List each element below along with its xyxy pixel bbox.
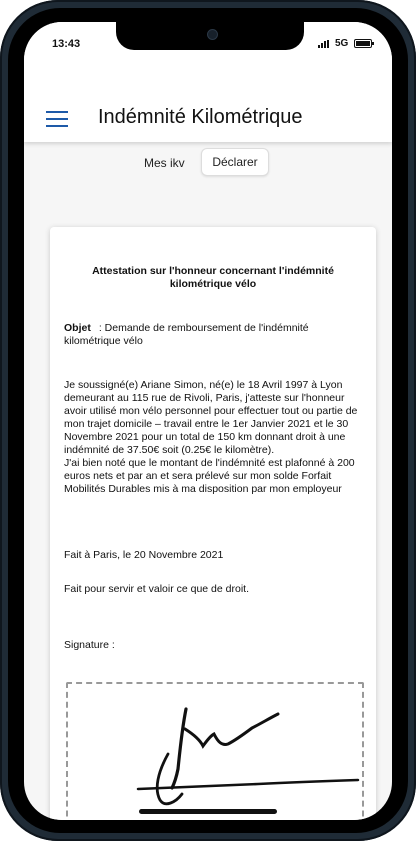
tab-bar: Mes ikv Déclarer (24, 142, 392, 182)
hamburger-icon[interactable] (46, 111, 68, 127)
status-time: 13:43 (52, 38, 81, 50)
screen: 13:43 5G Indémnité Kilométrique Mes ikv … (24, 22, 392, 820)
valoir-line: Fait pour servir et valoir ce que de dro… (64, 583, 250, 595)
paragraph-attestation: Je soussigné(e) Ariane Simon, né(e) le 1… (64, 379, 358, 456)
network-type: 5G (335, 38, 349, 49)
objet-text: : Demande de remboursement de l'indémnit… (64, 322, 309, 347)
app-bar: Indémnité Kilométrique (24, 66, 392, 142)
handwritten-signature (136, 707, 360, 806)
paragraph-plafond: J'ai bien noté que le montant de l'indém… (64, 457, 355, 495)
document-body: Je soussigné(e) Ariane Simon, né(e) le 1… (64, 379, 362, 496)
notch (116, 22, 304, 50)
camera-icon (207, 29, 218, 40)
document-title: Attestation sur l'honneur concernant l'i… (92, 265, 334, 290)
signature-label: Signature : (64, 639, 115, 651)
objet-line: Objet: Demande de remboursement de l'ind… (64, 322, 364, 348)
signal-icon (318, 40, 332, 48)
signature-pad[interactable] (66, 682, 364, 820)
tab-declarer[interactable]: Déclarer (201, 148, 269, 176)
fait-a-line: Fait à Paris, le 20 Novembre 2021 (64, 549, 224, 561)
objet-label: Objet (64, 322, 91, 334)
attestation-document: Attestation sur l'honneur concernant l'i… (50, 227, 376, 820)
tab-mes-ikv[interactable]: Mes ikv (144, 156, 185, 170)
page-title: Indémnité Kilométrique (98, 106, 303, 128)
battery-icon (354, 39, 374, 48)
home-indicator[interactable] (139, 809, 277, 814)
